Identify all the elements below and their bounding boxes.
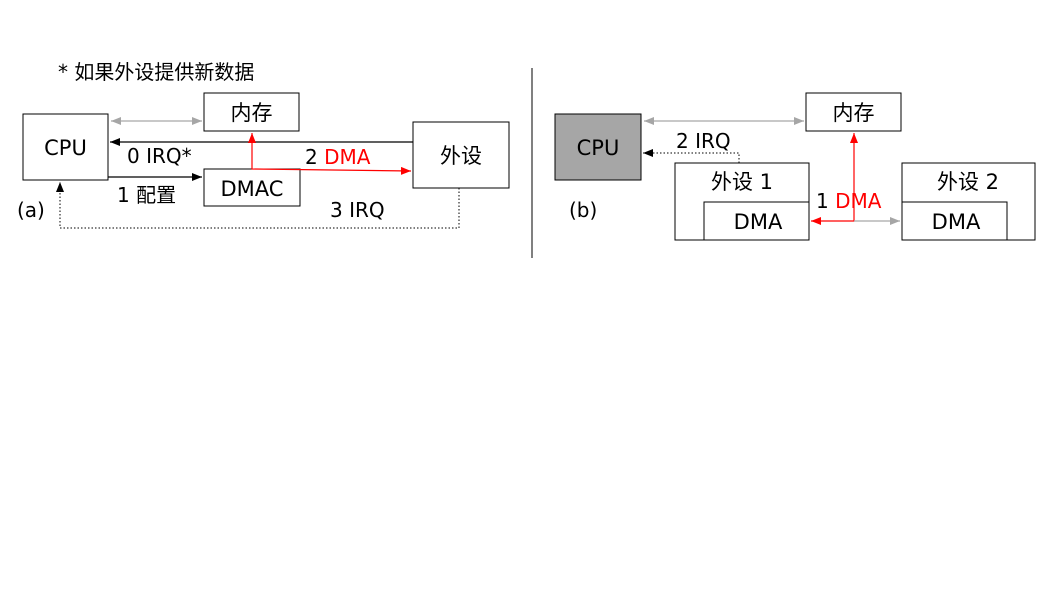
a-caption: (a): [17, 198, 45, 222]
b-memory-label: 内存: [833, 101, 875, 125]
a-memory-label: 内存: [231, 101, 273, 125]
dma-diagram: * 如果外设提供新数据 CPU 内存 DMAC 外设 0 IRQ* 1 配置 2…: [17, 60, 1036, 258]
b-dma-label: 1 DMA: [816, 189, 882, 213]
a-peripheral-label: 外设: [440, 144, 482, 168]
b-irq2-label: 2 IRQ: [676, 129, 731, 153]
a-dma-text: DMA: [324, 145, 371, 169]
b-dma-number: 1: [816, 189, 835, 213]
a-cpu-label: CPU: [44, 136, 87, 160]
note-text: * 如果外设提供新数据: [58, 60, 254, 84]
a-irq3-label: 3 IRQ: [330, 198, 385, 222]
b-peripheral1-label: 外设 1: [711, 170, 773, 194]
b-peripheral2-label: 外设 2: [937, 170, 999, 194]
b-dma1-label: DMA: [734, 210, 783, 234]
b-irq2-arrow: [643, 149, 740, 163]
b-caption: (b): [569, 198, 597, 222]
b-dma-text: DMA: [835, 189, 882, 213]
diagram-b: CPU 内存 外设 1 DMA 外设 2 DMA 2 IRQ 1 DMA (b): [554, 92, 1036, 241]
diagram-a: CPU 内存 DMAC 外设 0 IRQ* 1 配置 2 DMA 3 IRQ (…: [17, 92, 510, 229]
a-config-label: 1 配置: [117, 183, 176, 207]
a-dma-number: 2: [305, 145, 324, 169]
a-dmac-label: DMAC: [221, 177, 284, 201]
a-dma-label: 2 DMA: [305, 145, 371, 169]
a-irq0-label: 0 IRQ*: [127, 144, 192, 168]
b-dma2-label: DMA: [932, 210, 981, 234]
b-cpu-label: CPU: [577, 136, 620, 160]
